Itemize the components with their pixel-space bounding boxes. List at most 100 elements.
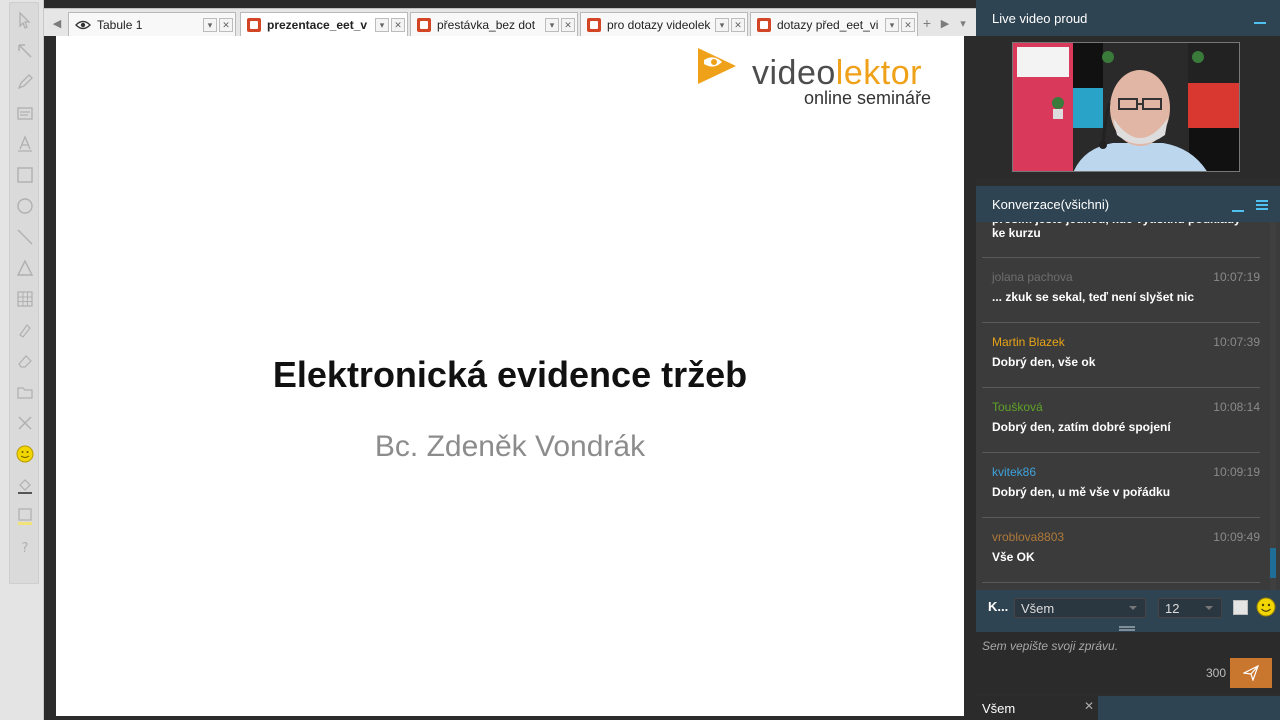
- tab-menu-icon[interactable]: ▾: [375, 18, 389, 32]
- logo-subtitle: online semináře: [804, 88, 932, 108]
- chat-message-text: prosím ještě jednou, kde vytisknu podkla…: [992, 222, 1241, 240]
- tab-menu-icon[interactable]: ▾: [203, 18, 217, 32]
- smiley-tool-icon[interactable]: [12, 441, 38, 467]
- tab-menu-icon[interactable]: ▾: [885, 18, 899, 32]
- chat-message-time: 10:09:19: [1213, 465, 1260, 479]
- message-input-placeholder[interactable]: Sem vepište svoji zprávu.: [982, 639, 1118, 653]
- help-tool-icon[interactable]: ?: [12, 534, 38, 560]
- close-icon[interactable]: ✕: [1084, 699, 1094, 713]
- color-tool-icon[interactable]: [12, 503, 38, 529]
- chat-message: jolana pachova 10:07:19 ... zkuk se seka…: [982, 258, 1260, 323]
- tab-label: pro dotazy videolek: [607, 17, 711, 32]
- chat-message-text: Dobrý den, zatím dobré spojení: [992, 420, 1171, 434]
- folder-tool-icon[interactable]: [12, 379, 38, 405]
- conversation-tab-bar: Všem ✕: [976, 696, 1280, 720]
- line-tool-icon[interactable]: [12, 224, 38, 250]
- tab-pro-dotazy[interactable]: pro dotazy videolek ▾ ✕: [580, 12, 748, 36]
- text-tool-icon[interactable]: [12, 131, 38, 157]
- highlighter-tool-icon[interactable]: [12, 317, 38, 343]
- char-counter: 300: [1206, 666, 1227, 680]
- eye-icon: [75, 20, 91, 29]
- chat-message: prosím ještě jednou, kde vytisknu podkla…: [982, 222, 1260, 258]
- tab-scroll-left-icon[interactable]: ◀: [48, 12, 66, 34]
- menu-icon[interactable]: [1256, 200, 1268, 210]
- app-window: ? ◀ Tabule 1 ▾ ✕ prezentace_eet_v ▾ ✕ př…: [0, 0, 1280, 720]
- chat-panel-title: Konverzace(všichni): [992, 196, 1110, 212]
- presentation-slide: videolektor online semináře Elektronická…: [56, 36, 964, 716]
- tab-prestavka[interactable]: přestávka_bez dot ▾ ✕: [410, 12, 578, 36]
- chevron-down-icon: [1129, 606, 1137, 610]
- chat-message-text: Dobrý den, vše ok: [992, 355, 1096, 369]
- logo-word-video: video: [752, 54, 836, 92]
- chat-message-author: Toušková: [992, 400, 1043, 414]
- send-button[interactable]: [1230, 658, 1272, 688]
- tab-prezentace-eet[interactable]: prezentace_eet_v ▾ ✕: [240, 12, 408, 37]
- pencil-tool-icon[interactable]: [12, 69, 38, 95]
- tab-dotazy-pred[interactable]: dotazy před_eet_vi ▾ ✕: [750, 12, 918, 36]
- format-checkbox[interactable]: [1233, 600, 1248, 615]
- tab-label: Tabule 1: [97, 17, 143, 32]
- minimize-icon[interactable]: [1232, 210, 1244, 212]
- compose-options-bar: K... Všem 12: [976, 590, 1280, 626]
- tool-column: ?: [9, 2, 39, 584]
- logo-mark-icon: [698, 48, 736, 84]
- minimize-icon[interactable]: [1254, 22, 1266, 24]
- rectangle-tool-icon[interactable]: [12, 162, 38, 188]
- chat-message-text: Dobrý den, u mě vše v pořádku: [992, 485, 1171, 499]
- powerpoint-icon: [587, 17, 601, 32]
- tab-label: přestávka_bez dot: [437, 17, 536, 32]
- tab-close-icon[interactable]: ✕: [219, 18, 233, 32]
- chat-message-author: kvitek86: [992, 465, 1037, 479]
- tab-tabule-1[interactable]: Tabule 1 ▾ ✕: [68, 12, 236, 36]
- chat-message-text: Vše OK: [992, 550, 1035, 564]
- chat-scroll-thumb[interactable]: [1270, 548, 1276, 578]
- tab-menu-icon[interactable]: ▾: [545, 18, 559, 32]
- tab-close-icon[interactable]: ✕: [561, 18, 575, 32]
- table-tool-icon[interactable]: [12, 286, 38, 312]
- drawing-toolbar: ?: [0, 0, 44, 720]
- emoji-icon[interactable]: [1256, 597, 1276, 617]
- powerpoint-icon: [247, 18, 261, 32]
- chat-message-author: Martin Blazek: [992, 335, 1065, 349]
- tab-menu-icon[interactable]: ▾: [715, 18, 729, 32]
- tab-label: prezentace_eet_v: [267, 18, 368, 32]
- conversation-tab-vsem[interactable]: Všem ✕: [976, 696, 1098, 720]
- tab-scroll-right-icon[interactable]: ▶: [936, 12, 954, 34]
- arrow-tool-icon[interactable]: [12, 38, 38, 64]
- chat-message-time: 10:08:14: [1213, 400, 1260, 414]
- logo-word-lektor: lektor: [835, 54, 922, 92]
- chevron-down-icon: [1205, 606, 1213, 610]
- chat-message-author: jolana pachova: [992, 270, 1073, 284]
- chat-message-time: 10:07:19: [1213, 270, 1260, 284]
- font-size-select[interactable]: 12: [1158, 598, 1222, 618]
- chat-message-author: vroblova8803: [992, 530, 1065, 544]
- fill-tool-icon[interactable]: [12, 472, 38, 498]
- add-tab-icon[interactable]: +: [918, 12, 936, 34]
- text-box-tool-icon[interactable]: [12, 100, 38, 126]
- triangle-tool-icon[interactable]: [12, 255, 38, 281]
- svg-text:?: ?: [22, 541, 29, 556]
- tab-close-icon[interactable]: ✕: [901, 18, 915, 32]
- document-tab-bar: ◀ Tabule 1 ▾ ✕ prezentace_eet_v ▾ ✕ přes…: [44, 8, 976, 37]
- chat-message-text: ... zkuk se sekal, teď není slyšet nic: [992, 290, 1195, 304]
- tab-list-icon[interactable]: ▾: [954, 12, 972, 34]
- chat-scrollbar[interactable]: [1270, 222, 1276, 590]
- tab-label: dotazy před_eet_vi: [777, 17, 879, 32]
- chat-message-time: 10:09:49: [1213, 530, 1260, 544]
- ellipse-tool-icon[interactable]: [12, 193, 38, 219]
- videolektor-logo: videolektor online semináře: [696, 42, 946, 112]
- message-compose-area[interactable]: Sem vepište svoji zprávu. 300: [976, 632, 1280, 694]
- chat-message: Martin Blazek 10:07:39 Dobrý den, vše ok: [982, 323, 1260, 388]
- pointer-tool-icon[interactable]: [12, 7, 38, 33]
- live-video[interactable]: [1012, 42, 1240, 172]
- chat-panel-header: Konverzace(všichni): [976, 186, 1280, 222]
- tab-close-icon[interactable]: ✕: [391, 18, 405, 32]
- video-area: [976, 36, 1280, 178]
- tab-close-icon[interactable]: ✕: [731, 18, 745, 32]
- eraser-tool-icon[interactable]: [12, 348, 38, 374]
- recipient-select[interactable]: Všem: [1014, 598, 1146, 618]
- font-size-select-value: 12: [1165, 600, 1180, 616]
- chat-message: kvitek86 10:09:19 Dobrý den, u mě vše v …: [982, 453, 1260, 518]
- powerpoint-icon: [417, 17, 431, 32]
- delete-tool-icon[interactable]: [12, 410, 38, 436]
